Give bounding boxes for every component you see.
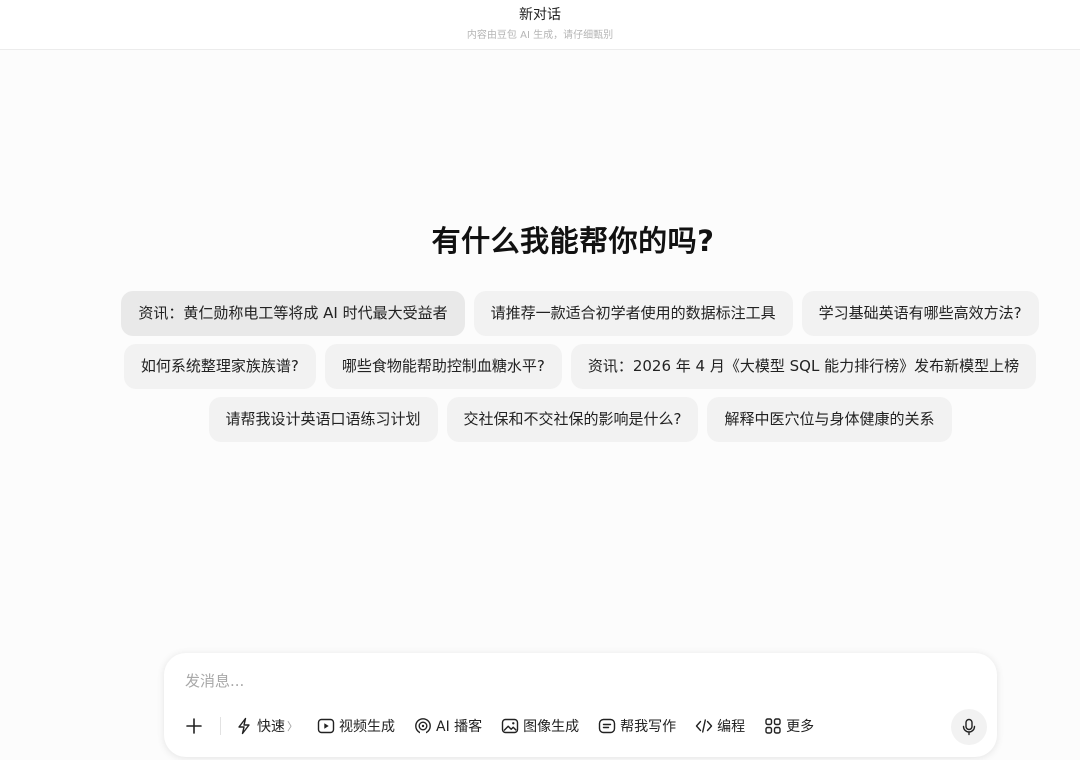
suggestion-chip[interactable]: 学习基础英语有哪些高效方法? [801,291,1039,336]
suggestion-list: 资讯：黄仁勋称电工等将成 AI 时代最大受益者 请推荐一款适合初学者使用的数据标… [120,291,1040,450]
lightning-icon [235,717,253,735]
suggestion-chip[interactable]: 交社保和不交社保的影响是什么? [446,397,699,442]
composer-toolbar: 快速 〉 视频生成 AI 播客 图像生成 帮我写作 编程 更多 [180,709,833,743]
chevron-right-icon: 〉 [287,720,298,733]
image-generation-button[interactable]: 图像生成 [501,711,579,741]
add-attachment-button[interactable] [180,712,208,740]
suggestion-chip[interactable]: 资讯：2026 年 4 月《大模型 SQL 能力排行榜》发布新模型上榜 [570,344,1037,389]
suggestion-chip[interactable]: 如何系统整理家族族谱? [123,344,316,389]
grid-icon [764,717,782,735]
tool-label: 图像生成 [523,719,580,735]
suggestion-chip[interactable]: 请帮我设计英语口语练习计划 [208,397,438,442]
suggestion-chip[interactable]: 哪些食物能帮助控制血糖水平? [324,344,562,389]
writing-icon [598,717,616,735]
tool-label: AI 播客 [436,719,483,735]
microphone-icon [961,718,977,736]
top-bar: 新对话 内容由豆包 AI 生成，请仔细甄别 [0,0,1080,50]
tool-label: 编程 [717,719,746,735]
tool-label: 帮我写作 [620,719,677,735]
ai-disclaimer: 内容由豆包 AI 生成，请仔细甄别 [466,30,614,41]
video-generation-button[interactable]: 视频生成 [317,711,395,741]
suggestion-chip[interactable]: 请推荐一款适合初学者使用的数据标注工具 [473,291,793,336]
suggestion-row: 资讯：黄仁勋称电工等将成 AI 时代最大受益者 请推荐一款适合初学者使用的数据标… [120,291,1040,336]
welcome-headline: 有什么我能帮你的吗? [431,224,715,258]
voice-input-button[interactable] [951,709,987,745]
fast-mode-button[interactable]: 快速 〉 [235,711,298,741]
tool-label: 更多 [786,719,815,735]
writing-assistant-button[interactable]: 帮我写作 [598,711,676,741]
suggestion-chip[interactable]: 资讯：黄仁勋称电工等将成 AI 时代最大受益者 [121,291,465,336]
code-icon [695,717,713,735]
ai-podcast-button[interactable]: AI 播客 [414,711,482,741]
video-play-icon [317,717,335,735]
suggestion-row: 如何系统整理家族族谱? 哪些食物能帮助控制血糖水平? 资讯：2026 年 4 月… [120,344,1040,389]
suggestion-row: 请帮我设计英语口语练习计划 交社保和不交社保的影响是什么? 解释中医穴位与身体健… [120,397,1040,442]
podcast-icon [414,717,432,735]
image-icon [501,717,519,735]
message-composer: 快速 〉 视频生成 AI 播客 图像生成 帮我写作 [164,653,997,757]
tool-label: 视频生成 [339,719,395,735]
more-tools-button[interactable]: 更多 [764,711,814,741]
plus-icon [185,717,203,735]
coding-button[interactable]: 编程 [695,711,745,741]
conversation-title: 新对话 [519,7,561,23]
tool-label: 快速 [257,719,285,735]
suggestion-chip[interactable]: 解释中医穴位与身体健康的关系 [707,397,952,442]
message-input[interactable] [183,667,963,695]
toolbar-divider [220,717,221,735]
